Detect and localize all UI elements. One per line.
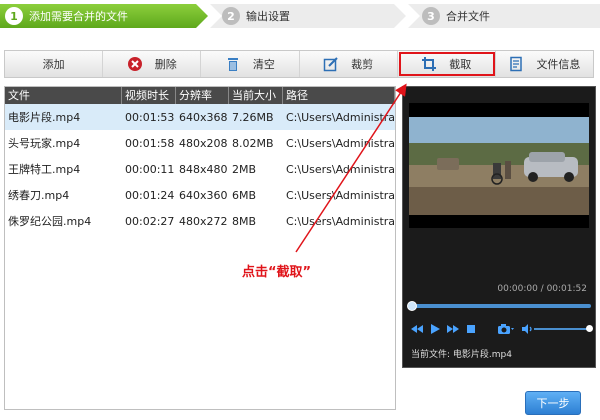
- annotation-arrow: [295, 83, 407, 253]
- next-step-button[interactable]: 下一步: [525, 391, 581, 415]
- annotation-text: 点击“截取”: [242, 265, 312, 280]
